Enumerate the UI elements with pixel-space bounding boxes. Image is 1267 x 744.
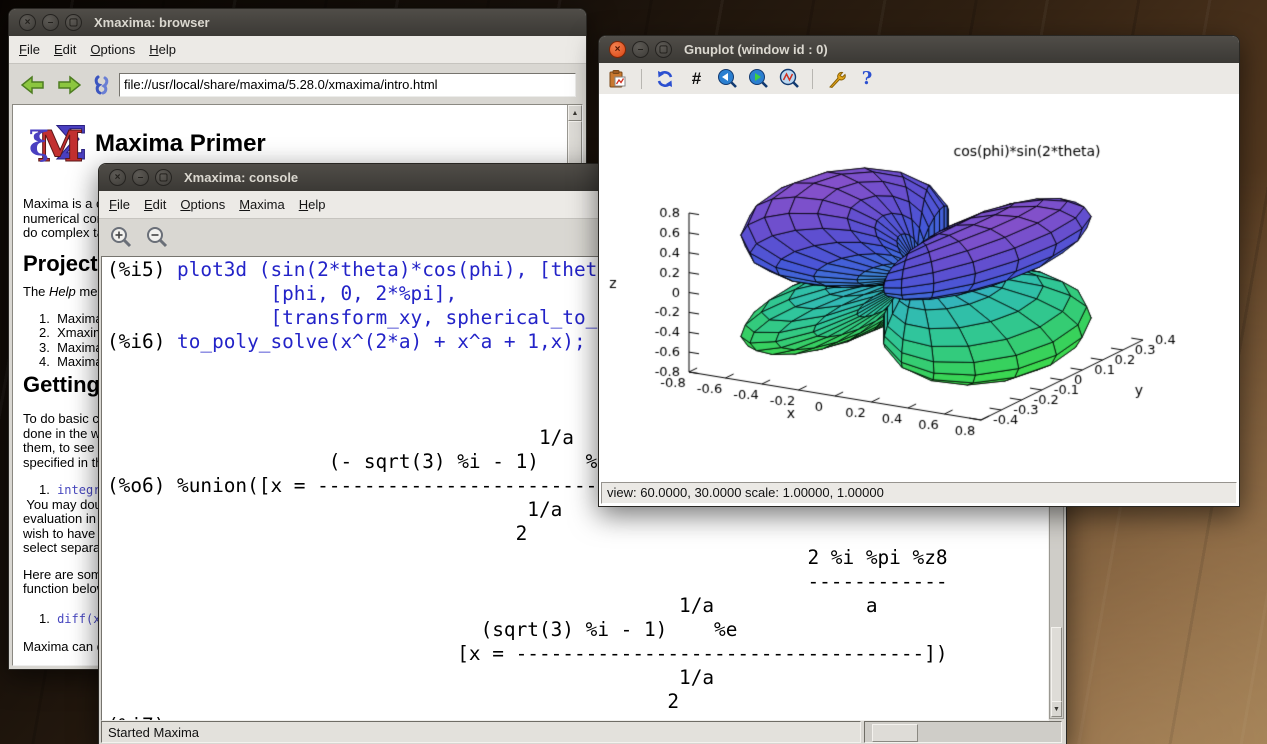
xmaxima-icon[interactable] xyxy=(93,75,111,95)
menu-options[interactable]: Options xyxy=(180,197,225,212)
menu-help[interactable]: Help xyxy=(149,42,176,57)
gnuplot-window: × – ▢ Gnuplot (window id : 0) # xyxy=(598,35,1240,507)
maxima-logo-icon: Σ M ξ xyxy=(29,115,87,173)
maximize-icon[interactable]: ▢ xyxy=(65,14,82,31)
menu-help[interactable]: Help xyxy=(299,197,326,212)
menu-file[interactable]: File xyxy=(19,42,40,57)
scroll-down-icon[interactable]: ▼ xyxy=(1051,701,1062,717)
grid-icon[interactable]: # xyxy=(684,67,708,91)
console-output-line: 2 xyxy=(107,522,1048,546)
console-input-line: (%i7) xyxy=(107,714,1048,721)
scroll-up-icon[interactable]: ▲ xyxy=(568,105,582,121)
refresh-icon[interactable] xyxy=(653,67,677,91)
gnuplot-titlebar[interactable]: × – ▢ Gnuplot (window id : 0) xyxy=(599,36,1239,63)
toolbar-separator xyxy=(812,69,813,89)
console-output-line: 2 %i %pi %z8 xyxy=(107,546,1048,570)
close-icon[interactable]: × xyxy=(109,169,126,186)
window-title: Xmaxima: console xyxy=(184,170,298,185)
help-icon[interactable]: ? xyxy=(855,67,879,91)
console-output-line: (sqrt(3) %i - 1) %e xyxy=(107,618,1048,642)
menu-edit[interactable]: Edit xyxy=(54,42,76,57)
zoom-out-icon[interactable] xyxy=(145,225,171,251)
menu-file[interactable]: File xyxy=(109,197,130,212)
close-icon[interactable]: × xyxy=(19,14,36,31)
menu-maxima[interactable]: Maxima xyxy=(239,197,285,212)
window-title: Gnuplot (window id : 0) xyxy=(684,42,828,57)
zoom-in-icon[interactable] xyxy=(109,225,135,251)
window-title: Xmaxima: browser xyxy=(94,15,210,30)
console-output-line: [x = -----------------------------------… xyxy=(107,642,1048,666)
menu-edit[interactable]: Edit xyxy=(144,197,166,212)
console-output-line: 1/a a xyxy=(107,594,1048,618)
console-horizontal-scrollbar[interactable] xyxy=(864,721,1062,743)
close-icon[interactable]: × xyxy=(609,41,626,58)
minimize-icon[interactable]: – xyxy=(132,169,149,186)
forward-arrow-icon[interactable] xyxy=(57,75,81,95)
menu-options[interactable]: Options xyxy=(90,42,135,57)
url-input[interactable] xyxy=(119,73,576,97)
zoom-next-icon[interactable] xyxy=(746,67,770,91)
copy-icon[interactable] xyxy=(606,67,630,91)
console-output-line: 2 xyxy=(107,690,1048,714)
svg-text:ξ: ξ xyxy=(29,124,49,164)
browser-titlebar[interactable]: × – ▢ Xmaxima: browser xyxy=(9,9,586,36)
zoom-previous-icon[interactable] xyxy=(715,67,739,91)
console-output-line: ------------ xyxy=(107,570,1048,594)
gnuplot-toolbar: # ? xyxy=(599,63,1239,95)
zoom-reset-icon[interactable] xyxy=(777,67,801,91)
page-title: Maxima Primer xyxy=(95,137,266,152)
maximize-icon[interactable]: ▢ xyxy=(655,41,672,58)
settings-wrench-icon[interactable] xyxy=(824,67,848,91)
toolbar-separator xyxy=(641,69,642,89)
console-output-line: 1/a xyxy=(107,666,1048,690)
maximize-icon[interactable]: ▢ xyxy=(155,169,172,186)
gnuplot-plot-canvas[interactable] xyxy=(599,94,1239,481)
browser-toolbar xyxy=(9,64,586,105)
console-scroll-thumb[interactable] xyxy=(1051,627,1062,707)
browser-menubar: File Edit Options Help xyxy=(9,36,586,64)
console-statusbar: Started Maxima xyxy=(101,721,861,743)
console-hscroll-thumb[interactable] xyxy=(872,724,918,742)
minimize-icon[interactable]: – xyxy=(42,14,59,31)
minimize-icon[interactable]: – xyxy=(632,41,649,58)
gnuplot-statusbar: view: 60.0000, 30.0000 scale: 1.00000, 1… xyxy=(601,482,1237,504)
back-arrow-icon[interactable] xyxy=(21,75,45,95)
